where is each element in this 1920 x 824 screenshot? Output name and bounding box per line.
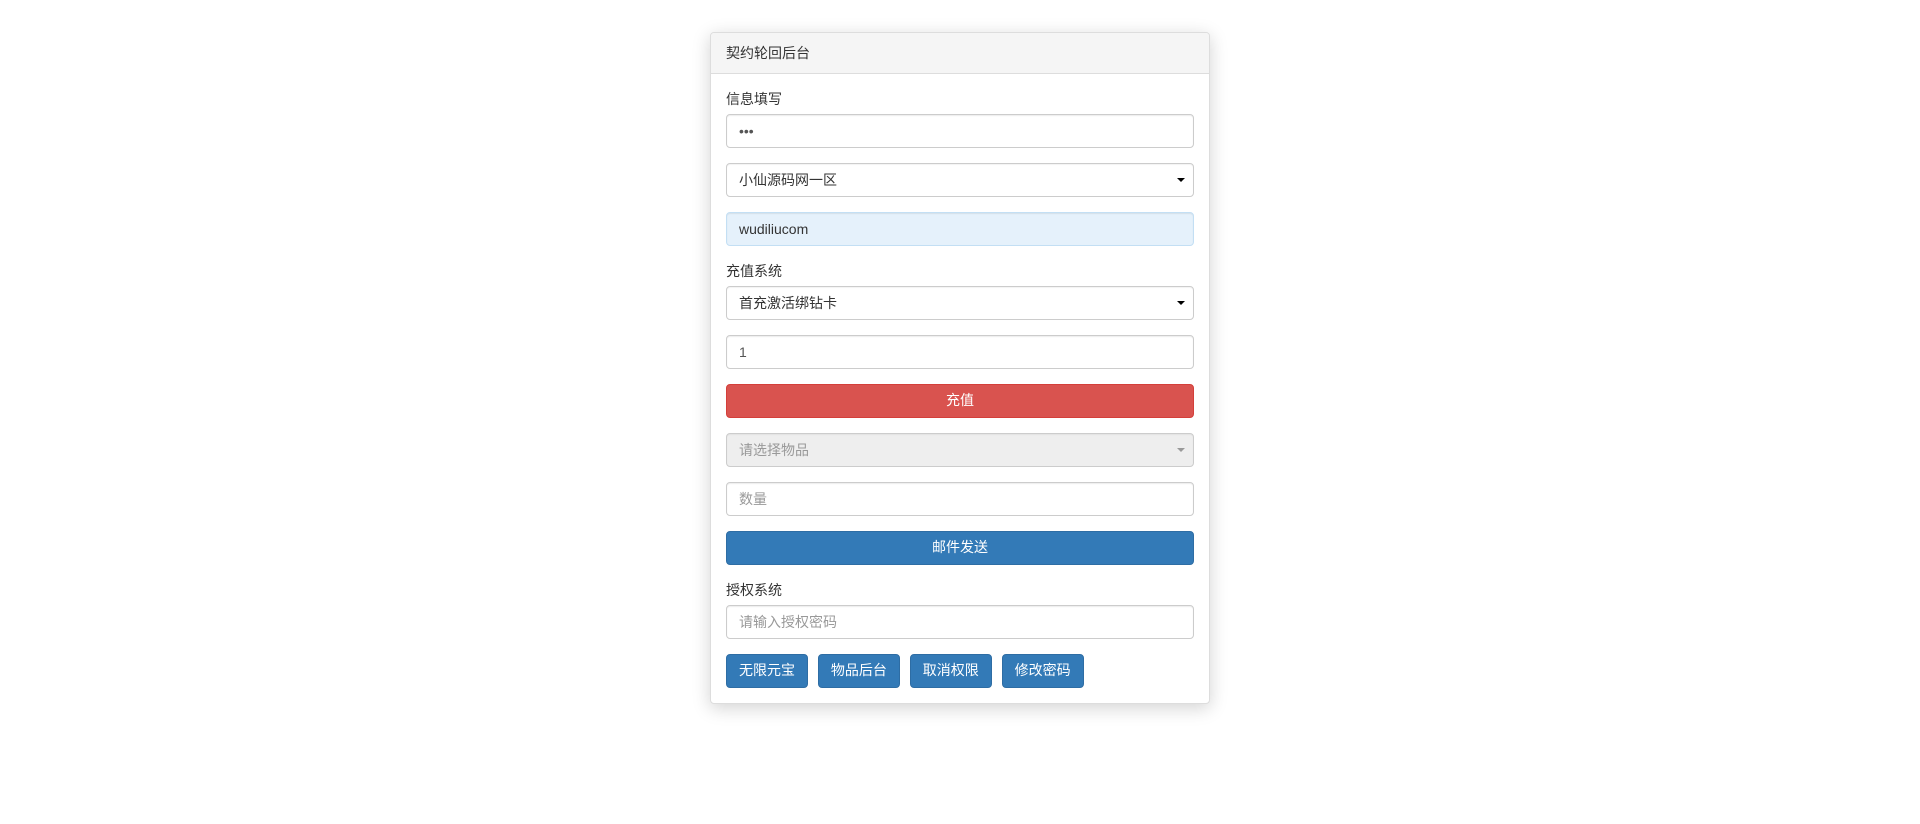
zone-select-wrap: 小仙源码网一区 [726,163,1194,197]
mail-send-button[interactable]: 邮件发送 [726,531,1194,565]
item-qty-wrap [726,482,1194,516]
item-select-wrap: 请选择物品 [726,433,1194,467]
zone-select[interactable]: 小仙源码网一区 [726,163,1194,197]
item-qty-input[interactable] [726,482,1194,516]
recharge-amount-wrap [726,335,1194,369]
item-select[interactable]: 请选择物品 [726,433,1194,467]
chevron-down-icon [1177,448,1185,452]
admin-panel: 契约轮回后台 信息填写 小仙源码网一区 充值系统 首充激活绑钻卡 [710,32,1210,704]
panel-body: 信息填写 小仙源码网一区 充值系统 首充激活绑钻卡 充值 [711,74,1209,703]
auth-label: 授权系统 [726,580,782,600]
recharge-amount-input[interactable] [726,335,1194,369]
zone-selected-label: 小仙源码网一区 [739,170,837,190]
password-input[interactable] [726,114,1194,148]
recharge-button[interactable]: 充值 [726,384,1194,418]
recharge-label: 充值系统 [726,261,782,281]
change-password-button[interactable]: 修改密码 [1002,654,1084,688]
revoke-button[interactable]: 取消权限 [910,654,992,688]
auth-password-input[interactable] [726,605,1194,639]
account-wrap [726,212,1194,246]
auth-section: 授权系统 [726,580,1194,639]
recharge-submit-wrap: 充值 [726,384,1194,418]
panel-title: 契约轮回后台 [711,33,1209,74]
recharge-type-select[interactable]: 首充激活绑钻卡 [726,286,1194,320]
info-label: 信息填写 [726,89,782,109]
item-admin-button[interactable]: 物品后台 [818,654,900,688]
recharge-type-label: 首充激活绑钻卡 [739,293,837,313]
unlimited-gold-button[interactable]: 无限元宝 [726,654,808,688]
chevron-down-icon [1177,301,1185,305]
mail-send-wrap: 邮件发送 [726,531,1194,565]
recharge-section: 充值系统 首充激活绑钻卡 [726,261,1194,320]
item-select-placeholder: 请选择物品 [739,440,809,460]
info-section: 信息填写 [726,89,1194,148]
account-input[interactable] [726,212,1194,246]
chevron-down-icon [1177,178,1185,182]
auth-button-row: 无限元宝 物品后台 取消权限 修改密码 [726,654,1194,688]
